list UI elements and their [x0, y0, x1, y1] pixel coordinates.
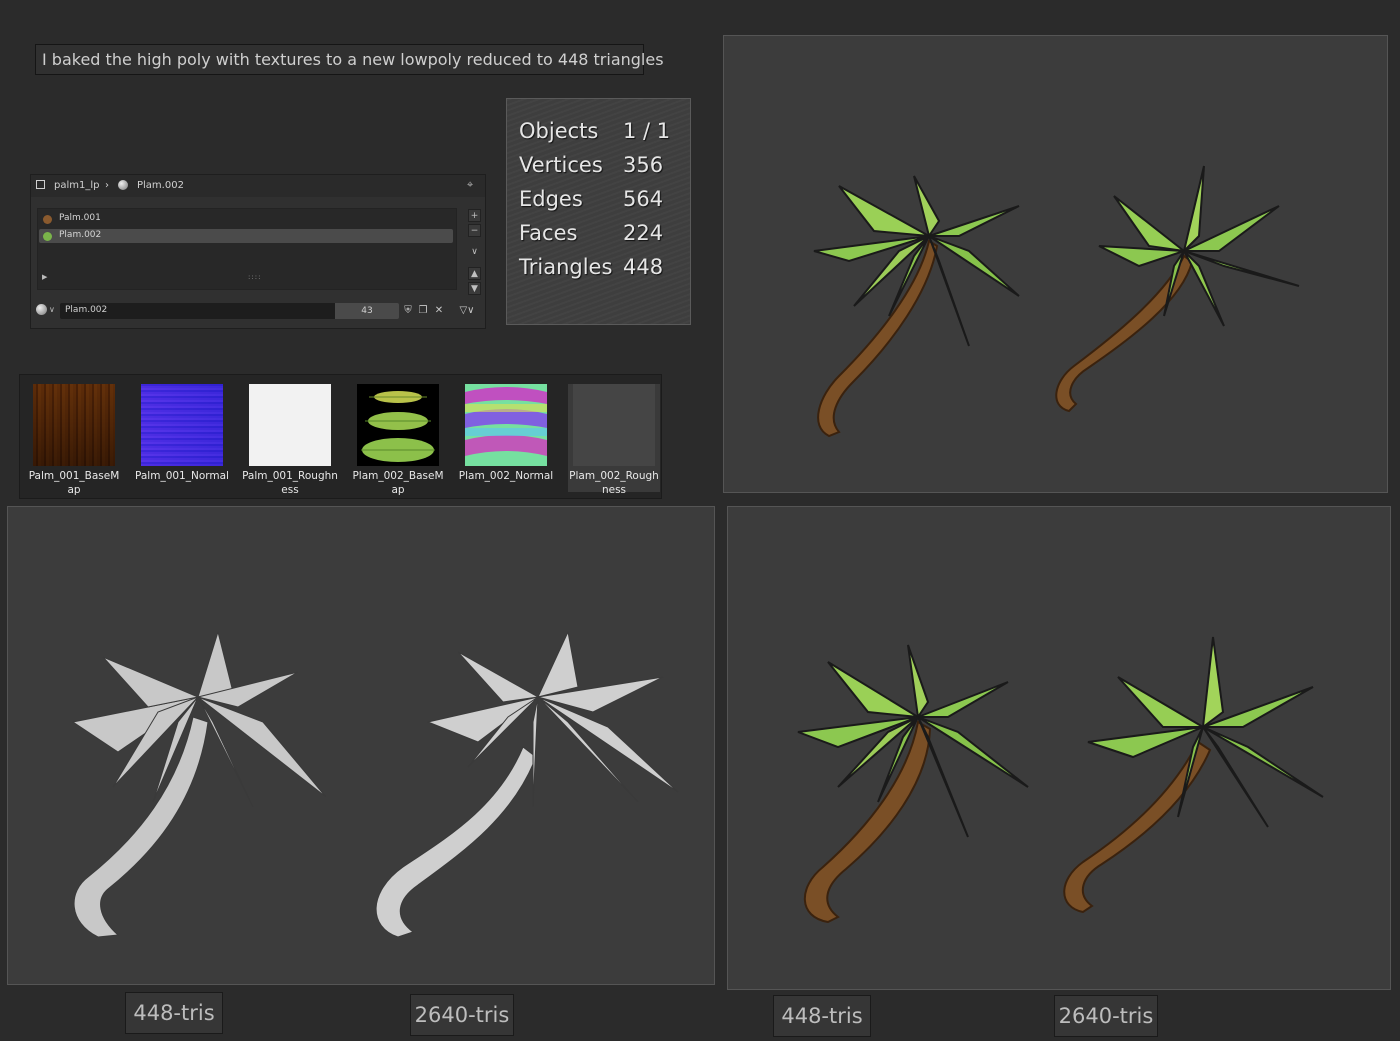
texture-item[interactable]: Palm_001_Normal — [135, 384, 229, 492]
material-icon — [118, 180, 128, 190]
fake-user-icon[interactable]: ⛨ — [402, 305, 414, 317]
list-item[interactable]: Plam.002 — [39, 229, 453, 243]
texture-label: Plam_002_BaseMap — [352, 470, 444, 496]
object-icon — [36, 180, 45, 189]
normal-map-icon — [141, 384, 223, 466]
stats-panel: Objects 1 / 1 Vertices 356 Edges 564 Fac… — [506, 98, 691, 325]
pin-icon[interactable]: ⌖ — [467, 178, 473, 192]
palm-render — [813, 165, 1300, 438]
stat-triangles: Triangles 448 — [519, 255, 679, 285]
stat-edges: Edges 564 — [519, 187, 679, 217]
material-ball-icon — [43, 215, 52, 224]
stat-value: 224 — [623, 221, 664, 245]
chevron-right-icon: › — [105, 180, 109, 191]
stat-label: Faces — [519, 221, 578, 245]
texture-label: Plam_002_Roughness — [569, 470, 659, 496]
stat-faces: Faces 224 — [519, 221, 679, 251]
texture-browser: Palm_001_BaseMap Palm_001_Normal Palm_00… — [19, 374, 662, 499]
breadcrumb-object[interactable]: palm1_lp — [54, 180, 99, 191]
slot-label: Palm.001 — [59, 213, 101, 223]
chevron-down-icon[interactable]: ∨ — [468, 246, 481, 259]
wood-texture-icon — [33, 384, 115, 466]
label-448-tris-textured: 448-tris — [773, 995, 871, 1037]
add-slot-button[interactable]: + — [468, 209, 481, 222]
stat-label: Objects — [519, 119, 599, 143]
user-count[interactable]: 43 — [335, 303, 399, 319]
material-name-field[interactable]: Plam.002 43 — [60, 303, 399, 319]
breadcrumb-material[interactable]: Plam.002 — [137, 180, 184, 191]
texture-label: Palm_001_Normal — [135, 470, 229, 482]
stat-label: Triangles — [519, 255, 613, 279]
texture-item[interactable]: Plam_002_BaseMap — [352, 384, 444, 496]
viewport-wireframe[interactable] — [7, 506, 715, 985]
texture-label: Plam_002_Normal — [458, 470, 554, 482]
stat-value: 564 — [623, 187, 664, 211]
texture-item-selected[interactable]: Plam_002_Roughness — [568, 384, 660, 496]
palm-textured-render — [797, 636, 1324, 924]
label-448-tris-wire: 448-tris — [125, 992, 223, 1034]
palm-wireframe-render — [71, 630, 679, 938]
stat-value: 448 — [623, 255, 664, 279]
remove-slot-button[interactable]: − — [468, 224, 481, 237]
normal-map-icon — [465, 384, 547, 466]
duplicate-icon[interactable]: ❐ — [417, 305, 429, 317]
stat-label: Edges — [519, 187, 583, 211]
caption: I baked the high poly with textures to a… — [35, 44, 664, 75]
material-ball-icon — [43, 232, 52, 241]
texture-label: Palm_001_Roughness — [242, 470, 338, 496]
texture-item[interactable]: Palm_001_Roughness — [242, 384, 338, 496]
move-down-button[interactable]: ▼ — [468, 282, 481, 295]
label-2640-tris-wire: 2640-tris — [410, 994, 514, 1036]
roughness-map-icon — [249, 384, 331, 466]
material-panel: palm1_lp › Plam.002 ⌖ Palm.001 Plam.002 … — [30, 174, 486, 329]
viewport-textured-top[interactable] — [723, 35, 1388, 493]
stat-value: 1 / 1 — [623, 119, 671, 143]
expand-triangle-icon[interactable]: ▶ — [42, 273, 47, 281]
stat-objects: Objects 1 / 1 — [519, 119, 679, 149]
filter-icon[interactable]: ▽∨ — [457, 305, 477, 317]
move-up-button[interactable]: ▲ — [468, 267, 481, 280]
texture-item[interactable]: Plam_002_Normal — [459, 384, 553, 492]
roughness-map-icon — [573, 384, 655, 466]
material-name: Plam.002 — [65, 305, 108, 315]
resize-grip-icon[interactable]: :::: — [248, 273, 261, 281]
stat-value: 356 — [623, 153, 664, 177]
chevron-down-icon[interactable]: ∨ — [49, 305, 55, 314]
material-slot-list: Palm.001 Plam.002 ▶ :::: — [37, 208, 457, 290]
texture-item[interactable]: Palm_001_BaseMap — [29, 384, 119, 496]
material-browse-icon[interactable] — [36, 304, 47, 315]
stat-vertices: Vertices 356 — [519, 153, 679, 183]
stat-label: Vertices — [519, 153, 603, 177]
label-2640-tris-textured: 2640-tris — [1054, 995, 1158, 1037]
slot-label: Plam.002 — [59, 230, 102, 240]
list-item[interactable]: Palm.001 — [39, 212, 453, 226]
close-icon[interactable]: ✕ — [433, 305, 445, 317]
panel-header: palm1_lp › Plam.002 ⌖ — [31, 175, 485, 197]
viewport-textured-bottom[interactable] — [727, 506, 1391, 990]
texture-label: Palm_001_BaseMap — [28, 470, 120, 496]
leaf-texture-icon — [357, 384, 439, 466]
